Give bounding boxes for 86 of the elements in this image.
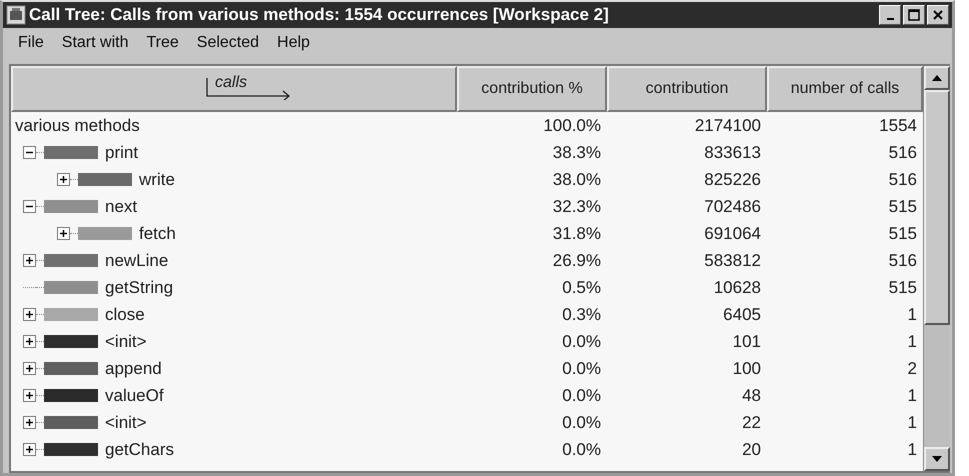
menu-item[interactable]: Start with — [52, 34, 138, 52]
table-cell-text: 1554 — [878, 116, 918, 136]
column-header[interactable]: number of calls — [767, 66, 923, 112]
table-cell-text: 38.0% — [552, 170, 602, 190]
table-cell-text: 20 — [741, 440, 762, 460]
table-cell-text: 515 — [888, 224, 918, 244]
scroll-thumb[interactable] — [924, 90, 950, 325]
table-cell-text: 515 — [888, 196, 918, 216]
minimize-icon — [886, 18, 894, 20]
expand-icon[interactable] — [23, 362, 36, 375]
table-cell-text: 516 — [888, 250, 918, 270]
expand-icon[interactable] — [57, 173, 70, 186]
method-name: print — [105, 142, 138, 162]
method-name: getString — [105, 278, 174, 298]
column-header[interactable]: contribution — [607, 66, 767, 112]
table-cell-text: 0.0% — [561, 386, 602, 406]
close-button[interactable] — [927, 5, 949, 25]
table-cell-text: 2174100 — [694, 116, 762, 136]
column-header[interactable]: contribution % — [457, 66, 607, 112]
table-cell-text: 100.0% — [542, 116, 602, 136]
method-name: append — [105, 358, 162, 378]
expand-icon[interactable] — [23, 308, 36, 321]
maximize-icon — [908, 9, 920, 21]
table-cell-text: 0.0% — [561, 440, 602, 460]
menu-item[interactable]: Selected — [188, 34, 268, 52]
table-cell-text: 0.5% — [561, 278, 602, 298]
method-name: write — [139, 170, 175, 190]
table-cell-text: 0.0% — [561, 412, 602, 432]
down-arrow-icon — [932, 456, 942, 462]
table-cell-text: 516 — [888, 142, 918, 162]
scrollbar[interactable] — [923, 66, 950, 471]
expand-icon[interactable] — [23, 443, 36, 456]
table-cell-text: 1 — [906, 304, 918, 324]
table-cell-text: 515 — [888, 278, 918, 298]
table-cell-text: 22 — [741, 412, 762, 432]
table-cell-text: 6405 — [722, 304, 762, 324]
method-name: newLine — [105, 250, 168, 270]
table-cell-text: 2 — [906, 358, 918, 378]
scroll-down-button[interactable] — [924, 447, 950, 471]
table-cell-text: 38.3% — [552, 142, 602, 162]
tree-root-label: various methods — [15, 116, 140, 136]
table-cell-text: 32.3% — [552, 196, 602, 216]
method-name: <init> — [105, 412, 147, 432]
table-cell-text: 702486 — [703, 196, 762, 216]
table-cell-text: 825226 — [703, 170, 762, 190]
maximize-button[interactable] — [903, 5, 925, 25]
method-name: getChars — [105, 440, 174, 460]
table-cell-text: 0.0% — [561, 358, 602, 378]
menu-item[interactable]: Help — [268, 34, 319, 52]
expand-icon[interactable] — [57, 227, 70, 240]
table-cell-text: 26.9% — [552, 250, 602, 270]
method-name: fetch — [139, 224, 176, 244]
table-cell-text: 0.0% — [561, 332, 602, 352]
table-cell-text: 10628 — [712, 278, 762, 298]
table-cell-text: 31.8% — [552, 224, 602, 244]
method-name: next — [105, 196, 138, 216]
table-cell-text: 1 — [906, 412, 918, 432]
app-icon — [6, 5, 26, 25]
collapse-icon[interactable] — [23, 200, 36, 213]
menu-item[interactable]: Tree — [137, 34, 188, 52]
table-cell-text: 101 — [732, 332, 762, 352]
method-name: close — [105, 304, 145, 324]
table-cell-text: 1 — [906, 440, 918, 460]
column-header[interactable]: calls — [11, 66, 457, 112]
window-title: Call Tree: Calls from various methods: 1554 occurrences [Workspace 2] — [29, 5, 610, 25]
expand-icon[interactable] — [23, 389, 36, 402]
menu-item[interactable]: File — [9, 34, 53, 52]
scroll-up-button[interactable] — [924, 66, 950, 90]
table-cell-text: 516 — [888, 170, 918, 190]
close-icon — [932, 9, 944, 21]
method-name: <init> — [105, 332, 147, 352]
table-cell-text: 0.3% — [561, 304, 602, 324]
table-cell-text: 583812 — [703, 250, 762, 270]
table-cell-text: 691064 — [703, 224, 762, 244]
method-name: valueOf — [105, 386, 164, 406]
table-cell-text: 1 — [906, 386, 918, 406]
table-cell-text: 48 — [741, 386, 762, 406]
collapse-icon[interactable] — [23, 146, 36, 159]
table-cell-text: 1 — [906, 332, 918, 352]
up-arrow-icon — [932, 75, 942, 81]
table-cell-text: 833613 — [703, 142, 762, 162]
table-cell-text: 100 — [732, 358, 762, 378]
expand-icon[interactable] — [23, 254, 36, 267]
expand-icon[interactable] — [23, 335, 36, 348]
expand-icon[interactable] — [23, 416, 36, 429]
minimize-button[interactable] — [879, 5, 901, 25]
